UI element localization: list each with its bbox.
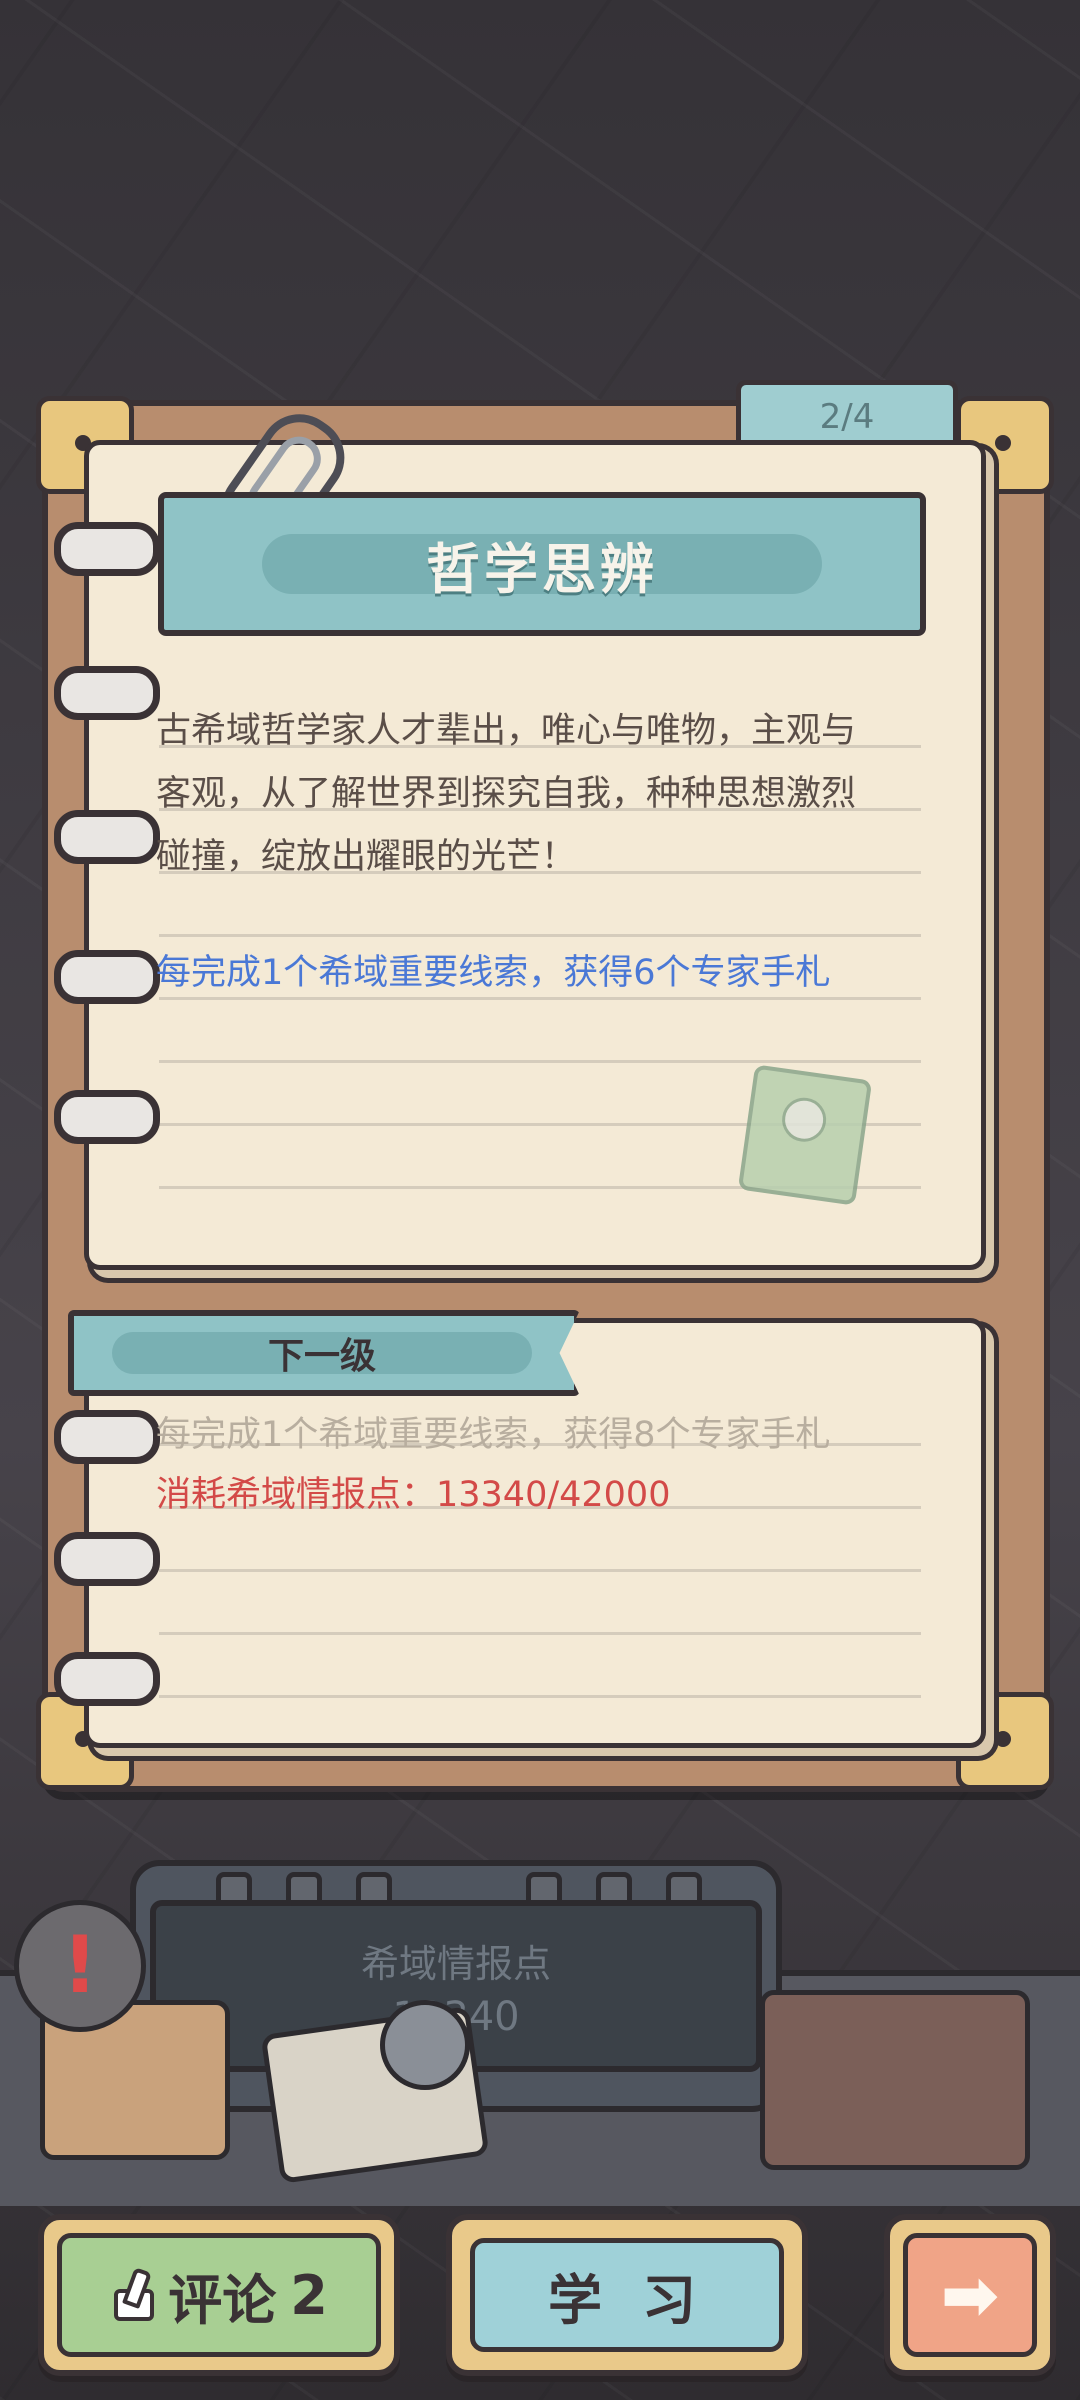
study-button-face: 学习 [470, 2238, 784, 2352]
binder-ring-icon [54, 810, 160, 864]
binder-ring-icon [54, 950, 160, 1004]
next-level-label: 下一级 [112, 1332, 532, 1377]
description-line: 客观，从了解世界到探究自我，种种思想激烈 [156, 774, 857, 814]
intel-points-label: 希域情报点 [360, 1941, 551, 1986]
alert-icon[interactable]: ! [14, 1900, 146, 2032]
expert-notes-book-icon [737, 1064, 873, 1206]
quill-icon [110, 2269, 155, 2321]
binder-ring-icon [54, 666, 160, 720]
card-title: 哲学思辨 [262, 534, 822, 601]
page-indicator: 2/4 [736, 380, 958, 449]
description-line: 碰撞，绽放出耀眼的光芒！ [156, 837, 577, 877]
title-banner: 哲学思辨 [158, 492, 926, 636]
binder-ring-icon [54, 1652, 160, 1706]
comment-label: 评论 [168, 2268, 277, 2332]
upgrade-cost-text: 消耗希域情报点：13340/42000 [156, 1475, 671, 1515]
magnifier-icon [380, 2000, 470, 2090]
comment-count: 2 [290, 2263, 328, 2327]
comment-button[interactable]: 评论 2 [38, 2214, 400, 2376]
current-bonus-text: 每完成1个希域重要线索，获得6个专家手札 [156, 953, 831, 993]
binder-ring-icon [54, 522, 160, 576]
card-description: 古希域哲学家人才辈出，唯心与唯物，主观与 客观，从了解世界到探究自我，种种思想激… [156, 700, 916, 889]
binder-ring-icon [54, 1410, 160, 1464]
intel-machine: 希域情报点 13340 [0, 1820, 1080, 2206]
plant-box-icon [760, 1990, 1030, 2170]
binder-ring-icon [54, 1090, 160, 1144]
binder-ring-icon [54, 1532, 160, 1586]
description-line: 古希域哲学家人才辈出，唯心与唯物，主观与 [156, 711, 857, 751]
arrow-right-icon: ➡ [903, 2233, 1037, 2357]
comment-button-face: 评论 2 [57, 2233, 381, 2357]
next-level-bonus-text: 每完成1个希域重要线索，获得8个专家手札 [156, 1415, 831, 1455]
next-level-banner: 下一级 [68, 1310, 580, 1396]
study-button[interactable]: 学习 [446, 2214, 808, 2376]
next-button[interactable]: ➡ [884, 2214, 1056, 2376]
